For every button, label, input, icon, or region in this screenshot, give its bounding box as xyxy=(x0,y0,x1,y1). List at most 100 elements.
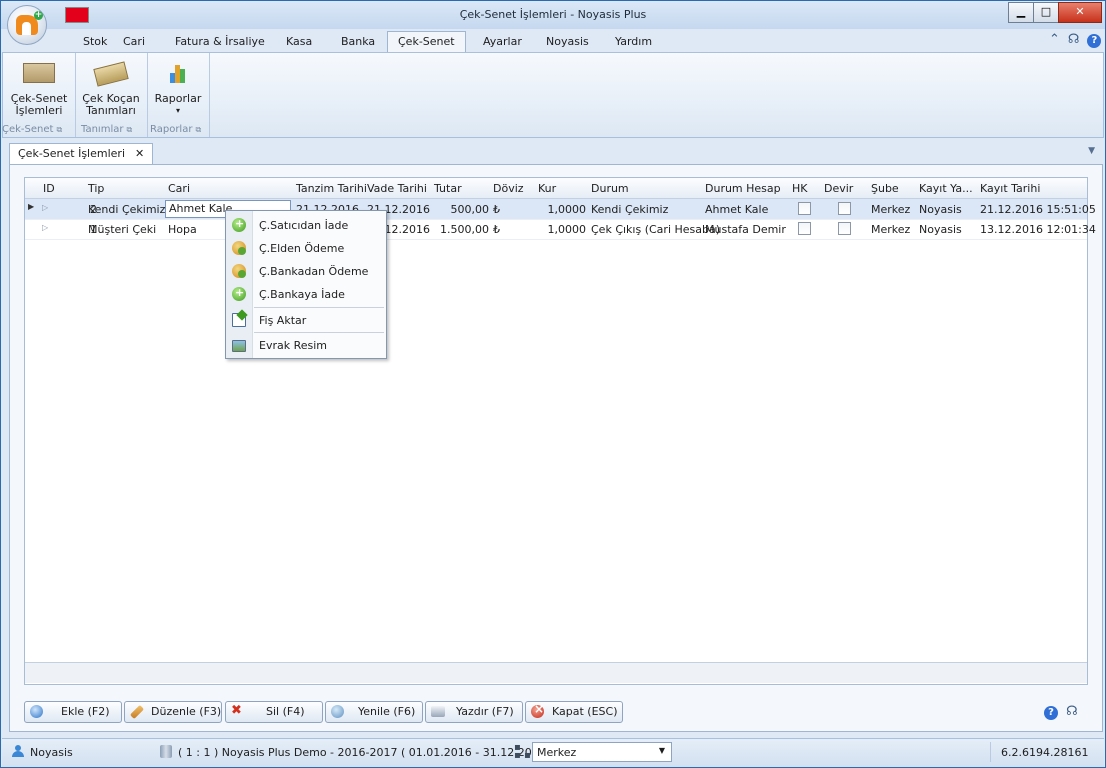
dialog-launcher-icon[interactable]: ⧉ xyxy=(56,125,62,134)
printer-icon xyxy=(431,706,445,717)
help-icon[interactable]: ? xyxy=(1087,34,1102,48)
cell-sube: Merkez xyxy=(871,203,911,216)
table-row[interactable]: ▷ 1 Müşteri Çeki Hopa 13.12.2016 1.500,0… xyxy=(25,219,1096,240)
column-header[interactable]: Döviz xyxy=(493,182,524,195)
button-label: Yazdır (F7) xyxy=(456,705,514,718)
cek-senet-islemleri-button[interactable]: Çek-Senet İşlemleri xyxy=(9,57,69,117)
menu-item-label: Fiş Aktar xyxy=(259,314,307,327)
cell-durum-hesap: Ahmet Kale xyxy=(705,203,769,216)
cheque-grid[interactable]: ID Tip Cari Tanzim Tarihi Vade Tarihi Tu… xyxy=(24,177,1096,685)
minimize-button[interactable]: ▁ xyxy=(1008,2,1034,23)
hk-checkbox[interactable] xyxy=(798,222,811,235)
column-header[interactable]: Vade Tarihi xyxy=(367,182,427,195)
devir-checkbox[interactable] xyxy=(838,202,851,215)
ekle-button[interactable]: Ekle (F2) xyxy=(24,701,122,723)
close-window-button[interactable]: ✕ xyxy=(1058,2,1102,23)
cell-durum: Kendi Çekimiz xyxy=(591,203,669,216)
coins-icon xyxy=(232,264,246,278)
column-header[interactable]: Şube xyxy=(871,182,899,195)
dialog-launcher-icon[interactable]: ⧉ xyxy=(195,125,201,134)
app-menu-button[interactable]: + xyxy=(7,5,47,45)
cek-kocan-tanimlari-button[interactable]: Çek Koçan Tanımları xyxy=(81,57,141,117)
column-header[interactable]: Kayıt Tarihi xyxy=(980,182,1040,195)
cell-kayit-yapan: Noyasis xyxy=(919,223,962,236)
column-header[interactable]: Tanzim Tarihi xyxy=(296,182,367,195)
tab-noyasis[interactable]: Noyasis xyxy=(546,35,589,48)
yazdir-button[interactable]: Yazdır (F7) xyxy=(425,701,523,723)
column-header[interactable]: Devir xyxy=(824,182,853,195)
kapat-button[interactable]: Kapat (ESC) xyxy=(525,701,623,723)
menu-item-fis-aktar[interactable]: Fiş Aktar xyxy=(226,309,386,331)
branch-select[interactable]: Merkez ▼ xyxy=(532,742,672,762)
document-tab[interactable]: Çek-Senet İşlemleri ✕ xyxy=(9,143,154,164)
menu-item-evrak-resim[interactable]: Evrak Resim xyxy=(226,334,386,356)
add-circle-icon xyxy=(232,217,246,232)
maximize-button[interactable]: □ xyxy=(1033,2,1059,23)
collapse-ribbon-icon[interactable]: ⌃ xyxy=(1049,32,1060,47)
table-row[interactable]: ▶ ▷ 2 Kendi Çekimiz Ahmet Kale 21.12.201… xyxy=(25,199,1096,220)
column-header[interactable]: ID xyxy=(43,182,55,195)
raporlar-button[interactable]: Raporlar ▾ xyxy=(151,57,205,117)
ribbon-button-label: İşlemleri xyxy=(15,104,63,117)
button-label: Yenile (F6) xyxy=(358,705,416,718)
menu-item-bankadan-odeme[interactable]: Ç.Bankadan Ödeme xyxy=(226,260,386,282)
cheque-book-icon xyxy=(93,61,129,87)
branch-select-value: Merkez xyxy=(537,746,577,759)
menu-item-bankaya-iade[interactable]: Ç.Bankaya İade xyxy=(226,283,386,305)
top-right-icons: ⌃ ☊? xyxy=(1041,32,1102,48)
row-indicator-icon: ▶ xyxy=(28,202,35,211)
duzenle-button[interactable]: Düzenle (F3) xyxy=(124,701,222,723)
menu-item-label: Ç.Bankadan Ödeme xyxy=(259,265,369,278)
menu-separator xyxy=(254,307,384,308)
hk-checkbox[interactable] xyxy=(798,202,811,215)
help-icon[interactable]: ? xyxy=(1044,706,1058,720)
grid-header: ID Tip Cari Tanzim Tarihi Vade Tarihi Tu… xyxy=(25,178,1087,199)
expand-row-icon[interactable]: ▷ xyxy=(42,203,48,212)
devir-checkbox[interactable] xyxy=(838,222,851,235)
close-tab-icon[interactable]: ✕ xyxy=(135,147,144,160)
group-label-text: Raporlar xyxy=(150,124,193,135)
column-header[interactable]: HK xyxy=(792,182,808,195)
ribbon-group-tanimlar: Çek Koçan Tanımları Tanımlar ⧉ xyxy=(75,53,148,137)
column-header[interactable]: Kur xyxy=(538,182,556,195)
support-headset-icon[interactable]: ☊ xyxy=(1066,704,1078,719)
sil-button[interactable]: Sil (F4) xyxy=(225,701,323,723)
tab-cari[interactable]: Cari xyxy=(123,35,145,48)
column-header[interactable]: Kayıt Ya... xyxy=(919,182,973,195)
expand-row-icon[interactable]: ▷ xyxy=(42,223,48,232)
dialog-launcher-icon[interactable]: ⧉ xyxy=(126,125,132,134)
column-header[interactable]: Cari xyxy=(168,182,190,195)
menu-item-satici-iade[interactable]: Ç.Satıcıdan İade xyxy=(226,214,386,236)
tab-kasa[interactable]: Kasa xyxy=(286,35,312,48)
content-panel: ID Tip Cari Tanzim Tarihi Vade Tarihi Tu… xyxy=(9,165,1103,732)
menu-item-elden-odeme[interactable]: Ç.Elden Ödeme xyxy=(226,237,386,259)
status-user: Noyasis xyxy=(30,746,73,759)
tab-stok[interactable]: Stok xyxy=(83,35,107,48)
tab-list-dropdown-icon[interactable]: ▼ xyxy=(1088,146,1095,156)
menu-bar: Stok Cari Fatura & İrsaliye Kasa Banka Ç… xyxy=(1,29,1105,55)
cell-tutar: 500,00 xyxy=(450,203,490,216)
column-header[interactable]: Durum xyxy=(591,182,629,195)
ribbon-group-cek-senet: Çek-Senet İşlemleri Çek-Senet ⧉ xyxy=(2,53,76,137)
yenile-button[interactable]: Yenile (F6) xyxy=(325,701,423,723)
menu-separator xyxy=(254,332,384,333)
menu-item-label: Ç.Bankaya İade xyxy=(259,288,345,301)
tab-ayarlar[interactable]: Ayarlar xyxy=(483,35,522,48)
image-icon xyxy=(232,340,246,352)
version-panel: 6.2.6194.28161 xyxy=(990,742,1101,762)
column-header[interactable]: Tutar xyxy=(434,182,462,195)
cell-kayit-tarihi: 13.12.2016 12:01:34 xyxy=(980,223,1096,236)
main-window: Çek-Senet İşlemleri - Noyasis Plus ▁ □ ✕… xyxy=(0,0,1106,768)
document-tab-label: Çek-Senet İşlemleri xyxy=(18,147,126,160)
tab-yardim[interactable]: Yardım xyxy=(615,35,652,48)
menu-item-label: Evrak Resim xyxy=(259,339,328,352)
column-header[interactable]: Tip xyxy=(88,182,104,195)
column-header[interactable]: Durum Hesap xyxy=(705,182,781,195)
tab-banka[interactable]: Banka xyxy=(341,35,375,48)
support-headset-icon[interactable]: ☊ xyxy=(1068,32,1080,47)
cell-kayit-yapan: Noyasis xyxy=(919,203,962,216)
plus-icon: + xyxy=(34,10,43,20)
chevron-down-icon: ▼ xyxy=(658,746,665,755)
bar-chart-icon xyxy=(170,61,186,83)
tab-fatura-irsaliye[interactable]: Fatura & İrsaliye xyxy=(175,35,265,48)
